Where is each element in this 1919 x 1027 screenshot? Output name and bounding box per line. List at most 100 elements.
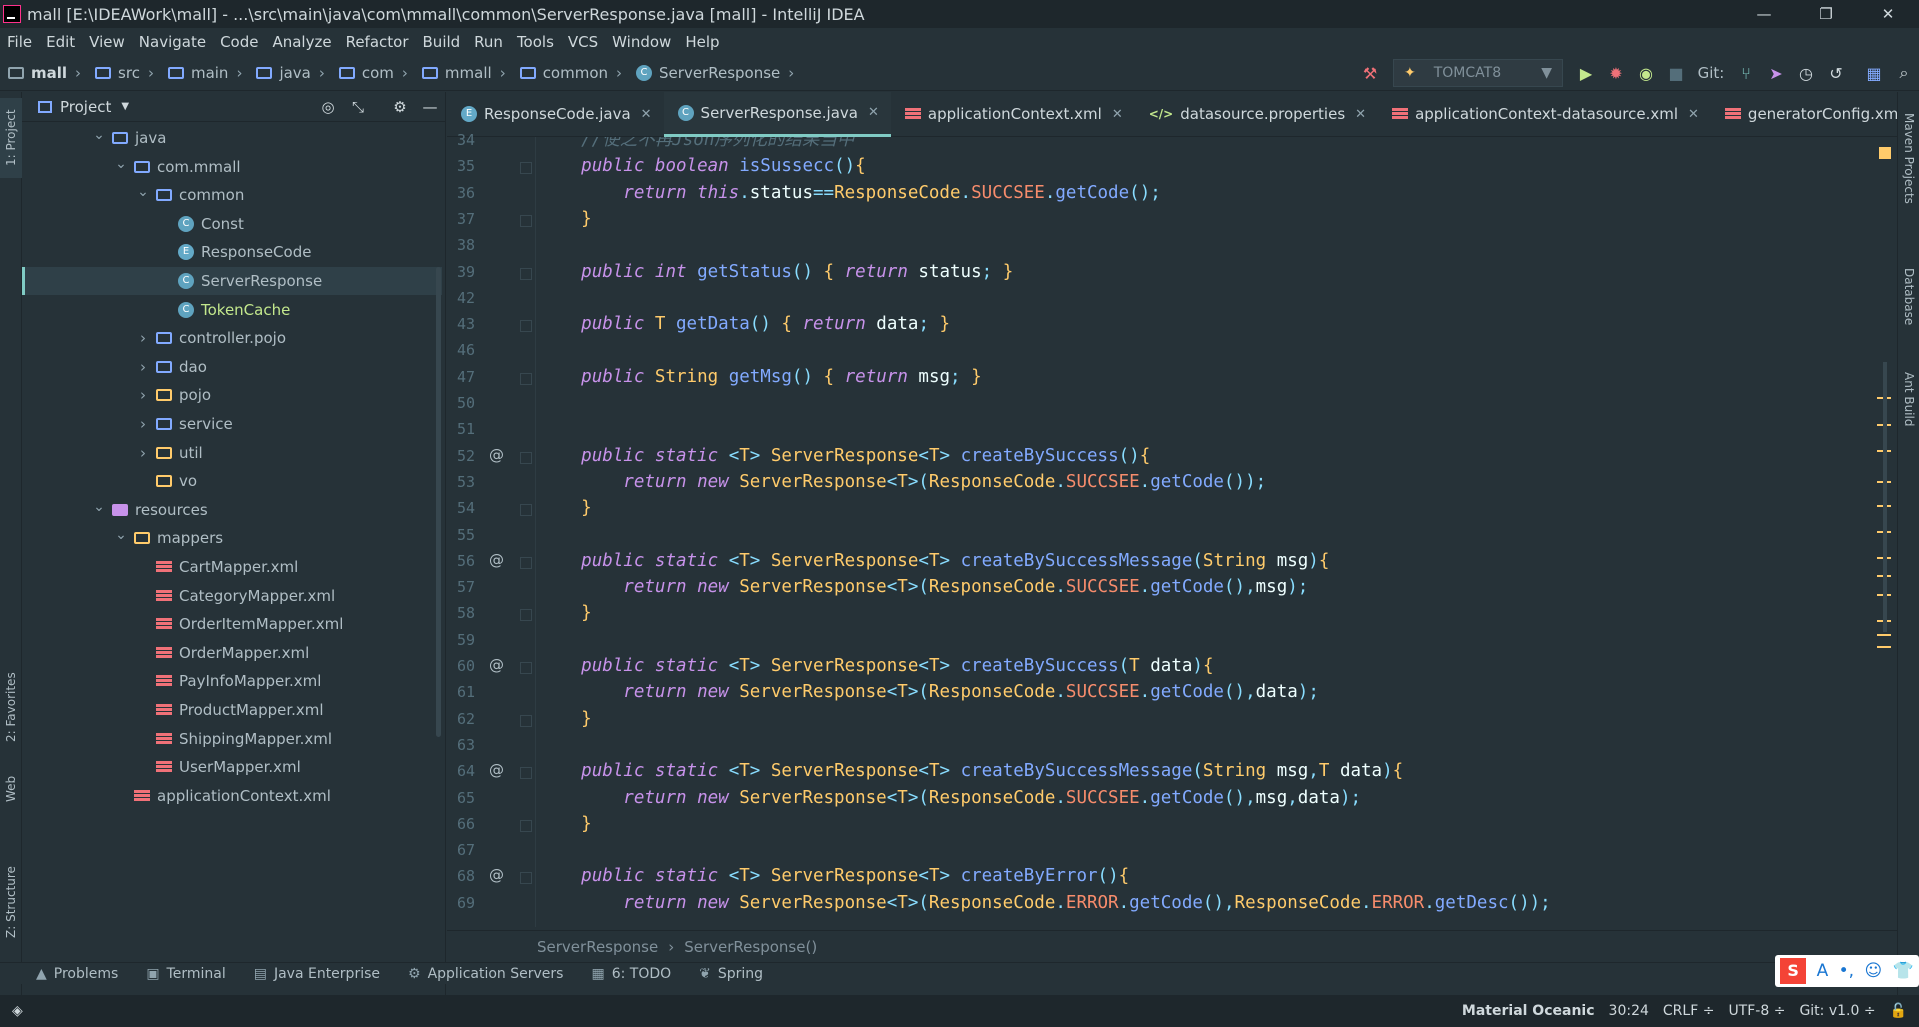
run-configuration-select[interactable]: ✦ TOMCAT8 ▼: [1393, 59, 1563, 87]
close-icon[interactable]: ✕: [1355, 107, 1366, 122]
nav-crumb-main[interactable]: main ›: [164, 64, 252, 82]
bottom-tool-spring[interactable]: ❦ Spring: [699, 966, 763, 982]
editor-crumb-class[interactable]: ServerResponse: [537, 938, 658, 956]
tree-node[interactable]: ⌄ resources: [22, 496, 442, 524]
chevron-right-icon[interactable]: ›: [136, 386, 150, 404]
code-line[interactable]: public static <T> ServerResponse<T> crea…: [539, 443, 1150, 469]
chevron-down-icon[interactable]: ⌄: [136, 184, 150, 200]
code-line[interactable]: public int getStatus() { return status; …: [539, 259, 1013, 285]
code-line[interactable]: return this.status==ResponseCode.SUCCSEE…: [539, 180, 1160, 206]
chevron-down-icon[interactable]: ▼: [121, 101, 129, 112]
tree-node[interactable]: C Const: [22, 210, 442, 238]
nav-crumb-com[interactable]: com ›: [335, 64, 418, 82]
menu-analyze[interactable]: Analyze: [265, 33, 338, 51]
code-line[interactable]: return new ServerResponse<T>(ResponseCod…: [539, 574, 1308, 600]
chevron-right-icon[interactable]: ›: [136, 329, 150, 347]
code-line[interactable]: }: [539, 811, 592, 837]
locate-file-icon[interactable]: ◎: [313, 98, 343, 116]
chevron-down-icon[interactable]: ⌄: [92, 127, 106, 143]
fold-marker-icon[interactable]: [520, 372, 532, 385]
fold-marker-icon[interactable]: [520, 556, 532, 569]
code-line[interactable]: public boolean isSussecc(){: [539, 153, 866, 179]
code-line[interactable]: return new ServerResponse<T>(ResponseCod…: [539, 785, 1361, 811]
code-line[interactable]: }: [539, 206, 592, 232]
project-structure-icon[interactable]: ▦: [1859, 58, 1889, 88]
tree-node[interactable]: ⌄ common: [22, 181, 442, 209]
emoji-icon[interactable]: ☺: [1864, 961, 1882, 981]
vcs-history-icon[interactable]: ◷: [1791, 58, 1821, 88]
menu-run[interactable]: Run: [467, 33, 510, 51]
english-mode-icon[interactable]: A: [1817, 961, 1829, 981]
editor-tab[interactable]: applicationContext-datasource.xml ✕: [1378, 92, 1711, 137]
close-icon[interactable]: ✕: [868, 105, 879, 120]
vcs-update-icon[interactable]: ⑂: [1731, 58, 1761, 88]
input-method-toolbar[interactable]: S A •, ☺ 👕: [1775, 955, 1919, 987]
scroll-thumb[interactable]: [1883, 362, 1887, 632]
code-line[interactable]: }: [539, 600, 592, 626]
tool-tab-project[interactable]: 1: Project: [0, 98, 22, 178]
editor-tab[interactable]: C ServerResponse.java ✕: [663, 91, 891, 137]
chevron-down-icon[interactable]: ⌄: [114, 527, 128, 543]
menu-file[interactable]: File: [0, 33, 39, 51]
tree-node[interactable]: ShippingMapper.xml: [22, 725, 442, 753]
tree-node[interactable]: UserMapper.xml: [22, 753, 442, 781]
debug-icon[interactable]: ✹: [1601, 58, 1631, 88]
menu-vcs[interactable]: VCS: [561, 33, 605, 51]
nav-crumb-src[interactable]: src ›: [91, 64, 164, 82]
override-marker-icon[interactable]: @: [489, 866, 504, 884]
fold-marker-icon[interactable]: [520, 714, 532, 727]
code-line[interactable]: }: [539, 495, 592, 521]
nav-crumb-mall[interactable]: mall ›: [0, 64, 91, 82]
project-tree-scrollbar[interactable]: [436, 267, 441, 737]
chevron-down-icon[interactable]: ⌄: [114, 156, 128, 172]
fold-marker-icon[interactable]: [520, 214, 532, 227]
tree-node[interactable]: C ServerResponse: [22, 267, 442, 295]
chevron-right-icon[interactable]: ›: [136, 444, 150, 462]
tree-node[interactable]: › service: [22, 410, 442, 438]
restore-button[interactable]: ❐: [1795, 0, 1857, 28]
menu-view[interactable]: View: [82, 33, 132, 51]
tree-node[interactable]: applicationContext.xml: [22, 782, 442, 810]
warning-marker[interactable]: [1877, 634, 1891, 636]
fold-marker-icon[interactable]: [520, 320, 532, 333]
code-line[interactable]: public T getData() { return data; }: [539, 311, 950, 337]
vcs-push-icon[interactable]: ➤: [1761, 58, 1791, 88]
run-icon[interactable]: ▶: [1571, 58, 1601, 88]
code-area[interactable]: //使之不再Json序列化的结果当中 public boolean isSuss…: [539, 137, 1829, 927]
nav-crumb-java[interactable]: java ›: [252, 64, 334, 82]
tree-node[interactable]: vo: [22, 467, 442, 495]
code-line[interactable]: return new ServerResponse<T>(ResponseCod…: [539, 890, 1550, 916]
tree-node[interactable]: › pojo: [22, 381, 442, 409]
editor-tab[interactable]: generatorConfig.xml✕: [1711, 92, 1919, 137]
nav-crumb-serverresponse[interactable]: C ServerResponse ›: [632, 64, 804, 82]
lock-icon[interactable]: 🔓: [1890, 1003, 1907, 1019]
warning-marker[interactable]: [1877, 646, 1891, 648]
menu-help[interactable]: Help: [678, 33, 726, 51]
chevron-down-icon[interactable]: ⌄: [92, 499, 106, 515]
vcs-revert-icon[interactable]: ↺: [1821, 58, 1851, 88]
tree-node[interactable]: C TokenCache: [22, 296, 442, 324]
caret-position[interactable]: 30:24: [1609, 1003, 1649, 1019]
fold-marker-icon[interactable]: [520, 872, 532, 885]
chevron-right-icon[interactable]: ›: [136, 415, 150, 433]
fold-marker-icon[interactable]: [520, 162, 532, 175]
fold-marker-icon[interactable]: [520, 662, 532, 674]
tree-node[interactable]: ⌄ mappers: [22, 524, 442, 552]
git-branch[interactable]: Git: v1.0 ÷: [1799, 1003, 1875, 1019]
fold-marker-icon[interactable]: [520, 609, 532, 622]
override-marker-icon[interactable]: @: [489, 656, 504, 674]
tree-node[interactable]: OrderMapper.xml: [22, 639, 442, 667]
nav-crumb-common[interactable]: common ›: [516, 64, 632, 82]
editor-crumb-method[interactable]: ServerResponse(): [684, 938, 817, 956]
fold-marker-icon[interactable]: [520, 504, 532, 517]
override-marker-icon[interactable]: @: [489, 446, 504, 464]
tool-tab-web[interactable]: Web: [0, 764, 22, 814]
code-line[interactable]: //使之不再Json序列化的结果当中: [539, 137, 854, 153]
tree-node[interactable]: CartMapper.xml: [22, 553, 442, 581]
fold-marker-icon[interactable]: [520, 267, 532, 280]
file-encoding[interactable]: UTF-8 ÷: [1728, 1003, 1785, 1019]
code-line[interactable]: return new ServerResponse<T>(ResponseCod…: [539, 679, 1319, 705]
menu-edit[interactable]: Edit: [39, 33, 82, 51]
menu-code[interactable]: Code: [213, 33, 265, 51]
nav-crumb-mmall[interactable]: mmall ›: [418, 64, 516, 82]
